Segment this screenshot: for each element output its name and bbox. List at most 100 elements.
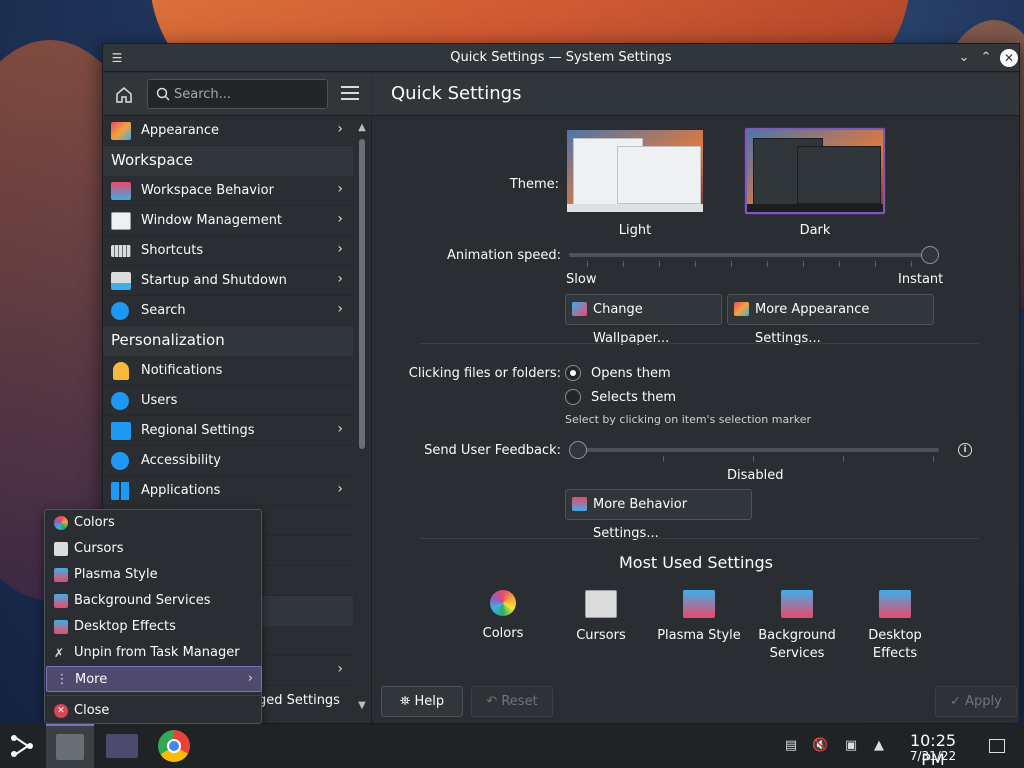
check-icon: ✓ [950,694,966,709]
volume-muted-icon[interactable]: 🔇 [812,738,828,754]
opens-them-label[interactable]: Opens them [591,366,671,381]
animation-slow-label: Slow [566,272,597,287]
most-used-plasma-style[interactable]: Plasma Style [651,590,747,645]
application-launcher-button[interactable] [0,724,48,768]
sidebar-item-regional-settings[interactable]: Regional Settings › [103,416,353,446]
scroll-up-icon[interactable]: ▲ [355,122,369,133]
sidebar-item-search[interactable]: Search › [103,296,353,326]
hamburger-menu-icon[interactable] [341,86,359,102]
sidebar-item-accessibility[interactable]: Accessibility [103,446,353,476]
help-button[interactable]: ⛯ Help [381,686,463,717]
info-icon[interactable]: i [958,443,972,457]
task-chrome[interactable] [150,724,198,768]
theme-dark-caption: Dark [799,223,831,238]
menu-item-label: Colors [74,515,115,530]
most-used-colors[interactable]: Colors [455,590,551,643]
reset-button[interactable]: ↶ Reset [471,686,553,717]
network-icon[interactable]: ▣ [843,738,859,754]
more-behavior-settings-button[interactable]: More Behavior Settings... [565,489,752,541]
menu-item-more[interactable]: ⋮ More › [46,666,262,692]
search-field[interactable] [147,79,328,109]
minimize-button[interactable]: ⌄ [954,48,974,68]
more-icon: ⋮ [55,672,69,687]
opens-them-radio[interactable] [565,365,581,381]
appearance-icon [111,122,131,140]
clipboard-icon[interactable]: ▤ [783,738,799,754]
sidebar-item-label: Shortcuts [141,243,204,258]
slider-handle[interactable] [569,441,587,459]
sidebar-item-label: Applications [141,483,221,498]
chevron-right-icon: › [337,211,343,227]
maximize-button[interactable]: ⌃ [976,48,996,68]
wallpaper-icon [572,302,587,316]
animation-instant-label: Instant [898,272,944,287]
startup-icon [111,272,131,290]
sidebar-item-label: Regional Settings [141,423,255,438]
button-label: Reset [501,694,538,709]
appearance-icon [734,302,749,316]
menu-item-desktop-effects[interactable]: Desktop Effects [46,614,262,640]
folder-icon [106,734,138,758]
bell-icon [113,362,129,380]
help-icon: ⛯ [399,694,415,709]
menu-item-background-services[interactable]: Background Services [46,588,262,614]
section-label: Workspace [111,151,193,169]
menu-item-plasma-style[interactable]: Plasma Style [46,562,262,588]
selects-them-label[interactable]: Selects them [591,390,676,405]
regional-icon [111,422,131,440]
most-used-label: Desktop Effects [868,628,922,661]
most-used-background-services[interactable]: Background Services [749,590,845,663]
selects-them-radio[interactable] [565,389,581,405]
theme-dark-thumbnail[interactable] [745,128,885,214]
task-system-settings[interactable] [46,724,94,768]
plasma-style-icon [54,568,68,582]
menu-item-colors[interactable]: Colors [46,510,262,536]
button-label: More Appearance Settings... [755,302,870,346]
more-appearance-settings-button[interactable]: More Appearance Settings... [727,294,934,346]
user-feedback-slider[interactable] [569,441,939,462]
chevron-right-icon: › [337,271,343,287]
sidebar-item-window-management[interactable]: Window Management › [103,206,353,236]
unpin-icon: ✗ [54,646,65,660]
button-label: More Behavior Settings... [593,497,688,541]
sidebar-footer-label[interactable]: ged Settings [258,693,340,708]
sidebar-item-users[interactable]: Users [103,386,353,416]
sidebar-item-notifications[interactable]: Notifications [103,356,353,386]
keyboard-icon [111,245,131,257]
sidebar-scrollbar[interactable]: ▲ ▼ [355,122,369,712]
sidebar-item-workspace-behavior[interactable]: Workspace Behavior › [103,176,353,206]
tray-expand-icon[interactable]: ▲ [871,738,887,754]
workspace-behavior-icon [111,182,131,200]
menu-item-unpin[interactable]: ✗ Unpin from Task Manager [46,640,262,666]
most-used-desktop-effects[interactable]: Desktop Effects [847,590,943,663]
sidebar-item-applications[interactable]: Applications › [103,476,353,506]
most-used-label: Plasma Style [657,628,741,643]
task-context-menu: Colors Cursors Plasma Style Background S… [44,509,262,724]
show-desktop-icon[interactable] [989,739,1005,753]
most-used-cursors[interactable]: Cursors [553,590,649,645]
sidebar-item-label: Notifications [141,363,223,378]
scrollbar-thumb[interactable] [359,139,365,449]
apply-button[interactable]: ✓ Apply [935,686,1017,717]
scroll-down-icon[interactable]: ▼ [355,700,369,711]
sidebar-item-shortcuts[interactable]: Shortcuts › [103,236,353,266]
search-input[interactable] [174,84,324,104]
theme-light-thumbnail[interactable] [565,128,705,214]
slider-handle[interactable] [921,246,939,264]
cursors-icon [585,590,617,618]
task-file-manager[interactable] [98,724,146,768]
most-used-label: Colors [482,626,524,641]
menu-item-cursors[interactable]: Cursors [46,536,262,562]
close-window-button[interactable]: ✕ [1000,49,1018,67]
home-icon[interactable] [113,84,135,106]
change-wallpaper-button[interactable]: Change Wallpaper... [565,294,722,346]
desktop-effects-icon [879,590,911,618]
sidebar-item-appearance[interactable]: Appearance › [103,116,353,146]
animation-speed-slider[interactable] [569,246,939,267]
sidebar-item-startup-shutdown[interactable]: Startup and Shutdown › [103,266,353,296]
most-used-label: Background Services [758,628,836,661]
menu-item-close[interactable]: ✕ Close [46,698,262,724]
clock-date[interactable]: 7/31/22 [896,749,970,763]
button-label: Change Wallpaper... [593,302,670,346]
window-titlebar[interactable]: ☰ Quick Settings — System Settings ⌄ ⌃ ✕ [103,44,1019,72]
